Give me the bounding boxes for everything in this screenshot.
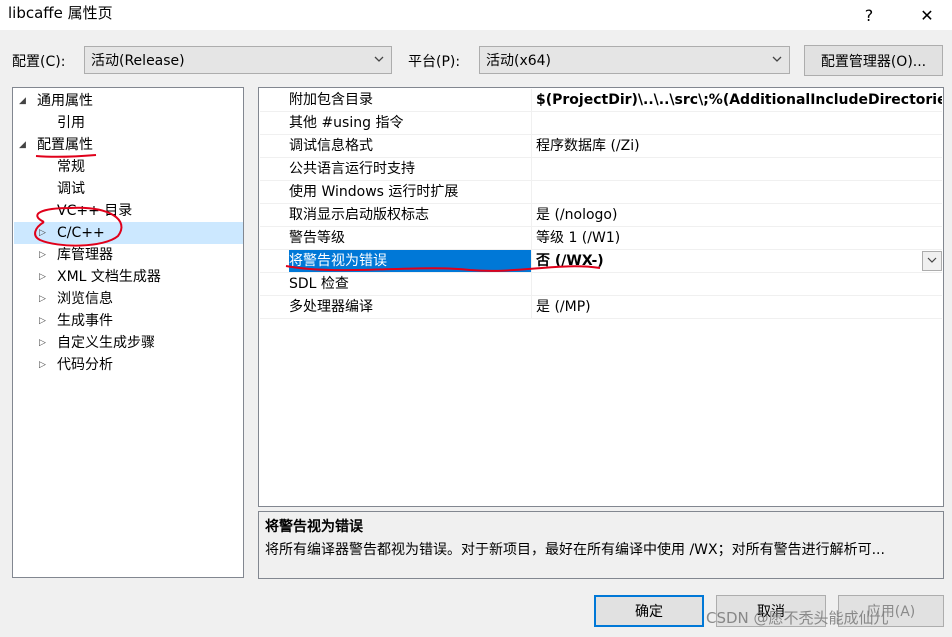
tree-item[interactable]: 调试 [57,178,85,200]
chevron-down-icon [373,53,385,68]
value-dropdown-button[interactable] [922,251,942,271]
help-button[interactable]: ? [846,0,892,30]
collapsed-arrow-icon[interactable]: ▷ [39,310,46,332]
row-gutter [260,227,284,249]
tree-item-label: 调试 [57,181,85,197]
platform-value: 活动(x64) [486,53,552,69]
tree-item[interactable]: ◢ 配置属性 [19,134,93,156]
tree-item-label: 常规 [57,159,85,175]
collapsed-arrow-icon[interactable]: ▷ [39,332,46,354]
window-title: libcaffe 属性页 [8,4,113,22]
property-row[interactable]: 多处理器编译是 (/MP) [260,296,942,319]
platform-label: 平台(P): [408,54,461,70]
config-select[interactable]: 活动(Release) [84,46,392,74]
property-row[interactable]: 附加包含目录 $(ProjectDir)\..\..\src\;%(Additio… [260,89,942,112]
tree-item[interactable]: ▷ C/C++ [39,222,105,244]
tree-item-label: 库管理器 [57,247,113,263]
property-grid[interactable]: 附加包含目录 $(ProjectDir)\..\..\src\;%(Additio… [258,87,944,507]
ok-button[interactable]: 确定 [594,595,704,627]
tree-item[interactable]: ▷ 生成事件 [39,310,113,332]
tree-item[interactable]: ▷ 自定义生成步骤 [39,332,155,354]
platform-select[interactable]: 活动(x64) [479,46,790,74]
tree-item[interactable]: ◢ 通用属性 [19,90,93,112]
description-text: 将所有编译器警告都视为错误。对于新项目，最好在所有编译中使用 /WX；对所有警告… [265,542,885,558]
property-name: 其他 #using 指令 [289,112,532,134]
row-gutter [260,250,284,272]
expanded-arrow-icon[interactable]: ◢ [19,134,26,156]
close-icon: ✕ [920,5,934,25]
tree-item[interactable]: 常规 [57,156,85,178]
property-name: 将警告视为错误 [289,250,532,272]
tree-item[interactable]: ▷ XML 文档生成器 [39,266,161,288]
tree-selection-highlight [14,222,243,244]
tree-item-label: 配置属性 [37,137,93,153]
tree-item[interactable]: 引用 [57,112,85,134]
property-name: 调试信息格式 [289,135,532,157]
property-value[interactable]: 否 (/WX-) [536,250,942,272]
tree-item-label: 引用 [57,115,85,131]
tree-item-label: 生成事件 [57,313,113,329]
row-gutter [260,89,284,111]
tree-item-label: XML 文档生成器 [57,269,161,285]
property-name: 多处理器编译 [289,296,532,318]
tree-item-label: 通用属性 [37,93,93,109]
property-row[interactable]: 警告等级 等级 1 (/W1) [260,227,942,250]
property-row[interactable]: SDL 检查 [260,273,942,296]
property-value[interactable]: 等级 1 (/W1) [536,227,942,249]
tree-item[interactable]: VC++ 目录 [57,200,132,222]
config-label: 配置(C): [12,54,66,70]
property-value[interactable]: 程序数据库 (/Zi) [536,135,942,157]
tree-item[interactable]: ▷ 库管理器 [39,244,113,266]
tree-item[interactable]: ▷ 代码分析 [39,354,113,376]
row-gutter [260,273,284,295]
row-gutter [260,135,284,157]
property-row[interactable]: 其他 #using 指令 [260,112,942,135]
config-manager-button[interactable]: 配置管理器(O)... [804,45,943,76]
row-gutter [260,158,284,180]
property-row[interactable]: 取消显示启动版权标志是 (/nologo) [260,204,942,227]
tree-item-label: VC++ 目录 [57,203,133,219]
row-gutter [260,181,284,203]
tree-item-label: C/C++ [57,225,105,241]
collapsed-arrow-icon[interactable]: ▷ [39,266,46,288]
property-value[interactable] [536,158,942,180]
property-value[interactable]: 是 (/nologo) [536,204,942,226]
description-panel: 将警告视为错误 将所有编译器警告都视为错误。对于新项目，最好在所有编译中使用 /… [258,511,944,579]
property-value[interactable]: $(ProjectDir)\..\..\src\;%(AdditionalInc… [536,89,942,111]
property-row[interactable]: 调试信息格式 程序数据库 (/Zi) [260,135,942,158]
property-value[interactable] [536,181,942,203]
property-value[interactable]: 是 (/MP) [536,296,942,318]
row-gutter [260,204,284,226]
config-value: 活动(Release) [91,53,185,69]
property-name: SDL 检查 [289,273,532,295]
category-tree[interactable]: ◢ 通用属性引用 ◢ 配置属性常规调试 VC++ 目录 ▷ C/C++ ▷ 库管理器 ▷ XML 文… [12,87,244,578]
row-gutter [260,112,284,134]
property-name: 公共语言运行时支持 [289,158,532,180]
property-value[interactable] [536,273,942,295]
chevron-down-icon [927,253,937,269]
property-value[interactable] [536,112,942,134]
property-name: 附加包含目录 [289,89,532,111]
collapsed-arrow-icon[interactable]: ▷ [39,354,46,376]
expanded-arrow-icon[interactable]: ◢ [19,90,26,112]
watermark-text: CSDN @愿不秃头能成仙儿 [706,609,889,627]
property-name: 使用 Windows 运行时扩展 [289,181,532,203]
collapsed-arrow-icon[interactable]: ▷ [39,244,46,266]
tree-item-label: 自定义生成步骤 [57,335,155,351]
property-name: 取消显示启动版权标志 [289,204,532,226]
property-row[interactable]: 公共语言运行时支持 [260,158,942,181]
collapsed-arrow-icon[interactable]: ▷ [39,288,46,310]
title-bar: libcaffe 属性页 ? ✕ [0,0,952,30]
close-button[interactable]: ✕ [904,0,950,30]
property-row[interactable]: 将警告视为错误否 (/WX-) [260,250,942,273]
tree-item-label: 代码分析 [57,357,113,373]
tree-item-label: 浏览信息 [57,291,113,307]
property-name: 警告等级 [289,227,532,249]
collapsed-arrow-icon[interactable]: ▷ [39,222,46,244]
row-gutter [260,296,284,318]
chevron-down-icon [771,53,783,68]
property-row[interactable]: 使用 Windows 运行时扩展 [260,181,942,204]
tree-item[interactable]: ▷ 浏览信息 [39,288,113,310]
description-title: 将警告视为错误 [265,519,363,535]
